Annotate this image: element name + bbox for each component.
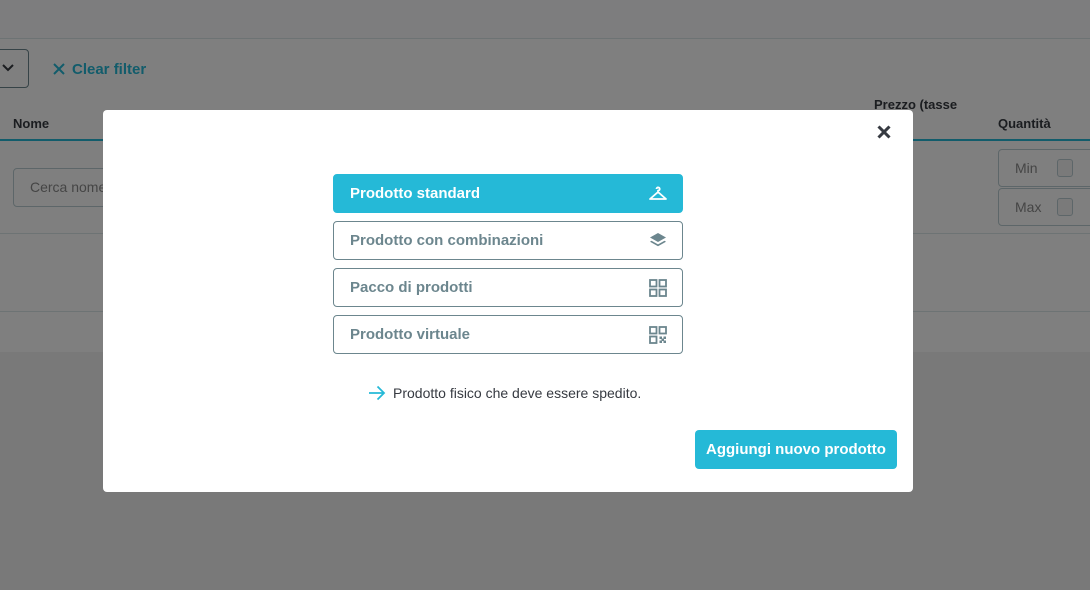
- product-type-combinations[interactable]: Prodotto con combinazioni: [333, 221, 683, 260]
- new-product-modal: Prodotto standard Prodotto con combinazi…: [103, 110, 913, 492]
- product-type-label: Prodotto con combinazioni: [350, 232, 544, 249]
- close-icon: [877, 125, 891, 139]
- product-type-label: Prodotto standard: [350, 185, 480, 202]
- description-text: Prodotto fisico che deve essere spedito.: [393, 385, 642, 401]
- product-type-virtual[interactable]: Prodotto virtuale: [333, 315, 683, 354]
- product-type-standard[interactable]: Prodotto standard: [333, 174, 683, 213]
- product-type-description: Prodotto fisico che deve essere spedito.: [368, 383, 641, 403]
- arrow-right-icon: [369, 385, 386, 401]
- product-type-label: Pacco di prodotti: [350, 279, 473, 296]
- product-type-label: Prodotto virtuale: [350, 326, 471, 343]
- modal-close-button[interactable]: [873, 121, 895, 143]
- layers-icon: [650, 233, 666, 247]
- add-new-product-button[interactable]: Aggiungi nuovo prodotto: [695, 430, 897, 469]
- hanger-icon: [649, 186, 667, 200]
- product-type-pack[interactable]: Pacco di prodotti: [333, 268, 683, 307]
- qr-code-icon: [649, 326, 667, 344]
- grid-icon: [649, 279, 667, 297]
